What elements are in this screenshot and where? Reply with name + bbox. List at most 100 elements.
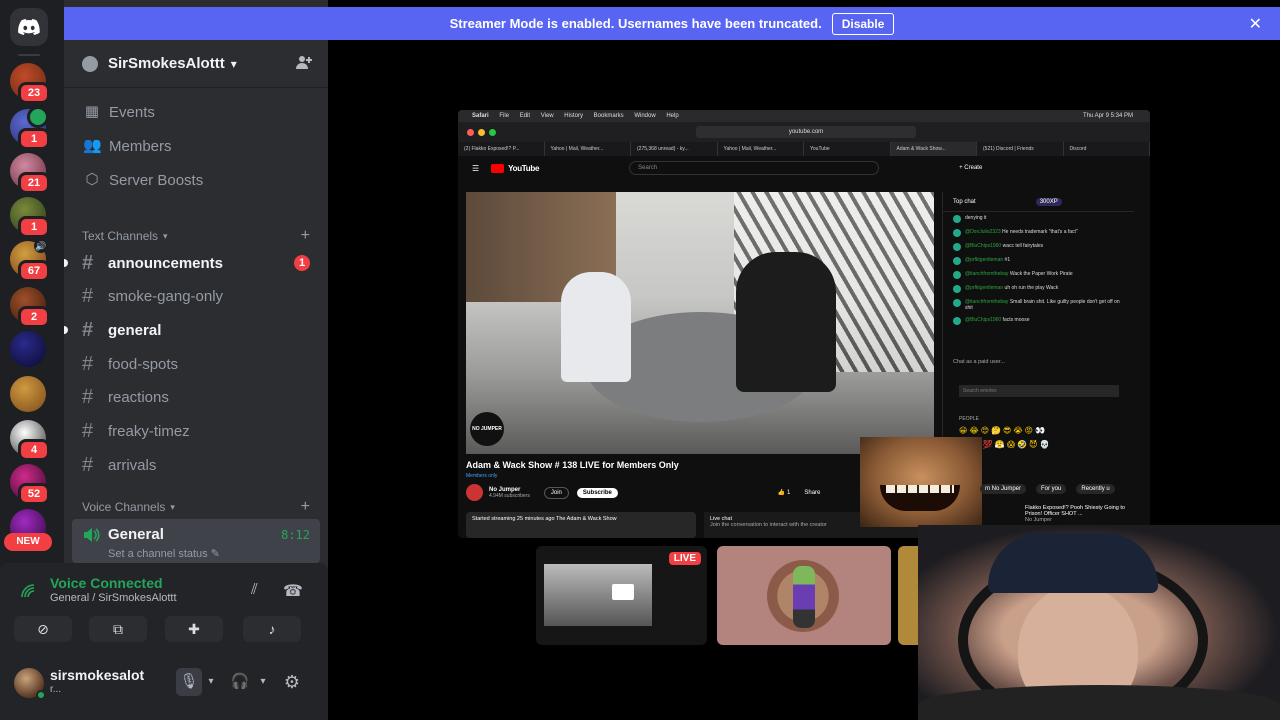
mute-button[interactable]: 🎙 [176, 668, 202, 696]
chat-xp: 300XP [1035, 197, 1062, 206]
server-icon[interactable]: 1 [10, 197, 50, 238]
mention-badge: 1 [294, 255, 310, 271]
menu-item-server-boosts[interactable]: ⬡ Server Boosts [72, 164, 320, 196]
chevron-down-icon: ▾ [260, 676, 266, 687]
server-icon[interactable]: 21 [10, 153, 50, 194]
voice-timer: 8:12 [281, 528, 310, 542]
menubar-item: History [564, 113, 583, 119]
voice-active-icon [27, 106, 49, 128]
participant-avatar-figure [793, 566, 815, 628]
server-icon[interactable]: 2 [10, 287, 50, 328]
chat-avatar [953, 271, 961, 279]
youtube-search: Search [629, 161, 880, 175]
join-button: Join [543, 486, 569, 499]
browser-tab: Discord [1064, 142, 1150, 156]
server-icon[interactable]: 67 🔊 [10, 239, 50, 282]
menubar-item: File [499, 113, 510, 119]
username[interactable]: sirsmokesalot [50, 667, 144, 683]
channel-name: smoke-gang-only [108, 287, 224, 305]
channel-reactions[interactable]: # reactions [72, 381, 320, 413]
people-label: PEOPLE [959, 416, 980, 422]
avatar[interactable] [14, 668, 46, 700]
voice-location[interactable]: General / SirSmokesAlottt [50, 592, 177, 604]
menubar-item: Help [666, 113, 679, 119]
chat-user: @DonJulio2323 [965, 229, 1001, 235]
participant-tile-stream[interactable]: LIVE [536, 546, 707, 645]
webcam-shirt [918, 685, 1280, 720]
youtube-create: + Create [959, 165, 983, 171]
hash-icon: # [82, 353, 94, 375]
deafen-button[interactable]: 🎧 [228, 668, 252, 696]
channel-smoke-gang-only[interactable]: # smoke-gang-only [72, 280, 320, 312]
add-channel-icon[interactable]: + [301, 498, 310, 516]
menu-item-members[interactable]: 👥 Members [72, 130, 320, 162]
add-channel-icon[interactable]: + [301, 227, 310, 245]
hash-icon: # [82, 252, 94, 274]
chat-message: @itanchfromthebay Wack the Paper Work Pi… [943, 268, 1134, 282]
noise-suppression-icon[interactable]: ⫽ [251, 581, 258, 598]
channel-announcements[interactable]: # announcements 1 [64, 247, 320, 279]
hash-icon: # [82, 420, 94, 442]
server-icon[interactable]: 23 [10, 63, 50, 104]
server-icon[interactable] [10, 376, 46, 412]
video-person-left [561, 272, 631, 382]
chat-message: @BluChips1960 facts moose [943, 314, 1134, 328]
browser-tabs: (2) Flakko Exposed!? P... Yahoo | Mail, … [458, 142, 1150, 156]
invite-people-icon[interactable] [296, 54, 312, 75]
server-icon[interactable]: 1 [10, 106, 50, 150]
soundboard-icon: ♪ [268, 621, 276, 637]
server-icon [82, 55, 98, 72]
chat-input: Chat as a paid user... [953, 359, 1005, 365]
browser-tab: Adam & Wack Show... [890, 142, 977, 156]
server-avatar [10, 331, 46, 367]
menubar-item: Bookmarks [593, 113, 624, 119]
speaker-icon [82, 526, 100, 544]
server-icon[interactable]: 52 [10, 464, 50, 505]
mention-count-badge: 4 [18, 439, 50, 461]
user-settings-button[interactable]: ⚙ [280, 668, 304, 696]
channel-status-button[interactable]: Set a channel status ✎ [108, 547, 220, 560]
mention-count-badge: 21 [18, 172, 50, 194]
chat-avatar [953, 229, 961, 237]
signal-icon [20, 583, 36, 603]
disconnect-icon[interactable]: ☎ [283, 581, 303, 601]
close-icon[interactable]: ✕ [1249, 14, 1262, 34]
menu-item-events[interactable]: ▦ Events [72, 96, 320, 128]
menu-icon: ☰ [472, 163, 480, 173]
screenshare-button[interactable]: ⧉ [89, 616, 147, 642]
camera-button[interactable]: ⊘ [14, 616, 72, 642]
category-text-channels[interactable]: Text Channels ▾ + [82, 226, 318, 246]
channel-general[interactable]: # general [64, 314, 320, 346]
webcam-overlay [918, 525, 1280, 720]
audio-options-chevron[interactable]: ▾ [256, 668, 270, 696]
screenshare-icon [612, 584, 634, 600]
server-icon[interactable]: 4 [10, 420, 50, 461]
channel-freaky-timez[interactable]: # freaky-timez [72, 415, 320, 447]
server-header[interactable]: SirSmokesAlottt ▾ [64, 40, 328, 88]
chat-message: denying it [943, 212, 1134, 226]
activities-button[interactable]: ✚ [165, 616, 223, 642]
boost-icon: ⬡ [85, 171, 99, 188]
discord-home-button[interactable] [10, 8, 48, 46]
channel-food-spots[interactable]: # food-spots [72, 348, 320, 380]
banner-text: Streamer Mode is enabled. Usernames have… [449, 16, 822, 31]
channel-name: general [108, 321, 162, 339]
menu-item-label: Members [109, 137, 172, 155]
screenshare-stream[interactable]: Safari File Edit View History Bookmarks … [458, 110, 1150, 538]
browser-toolbar: youtube.com [458, 122, 1150, 142]
browser-tab: (521) Discord | Friends [977, 142, 1064, 156]
channel-arrivals[interactable]: # arrivals [72, 449, 320, 481]
hash-icon: # [82, 386, 94, 408]
participant-tile-goblin[interactable] [717, 546, 891, 645]
voice-channel-general[interactable]: General 8:12 Set a channel status ✎ [72, 519, 320, 563]
soundboard-button[interactable]: ♪ [243, 616, 301, 642]
mic-options-chevron[interactable]: ▾ [204, 668, 218, 696]
category-voice-channels[interactable]: Voice Channels ▾ + [82, 497, 318, 517]
disable-button[interactable]: Disable [831, 12, 895, 35]
microphone-icon: 🎙 [179, 673, 199, 690]
recommended-video: Flakko Exposed!? Pooh Shiesty Going to P… [1025, 505, 1125, 523]
browser-tab: (2) Flakko Exposed!? P... [458, 142, 545, 156]
chat-text: wacc tell fairytales [1002, 243, 1044, 249]
voice-connected-label[interactable]: Voice Connected [50, 575, 163, 591]
server-icon[interactable] [10, 331, 46, 367]
